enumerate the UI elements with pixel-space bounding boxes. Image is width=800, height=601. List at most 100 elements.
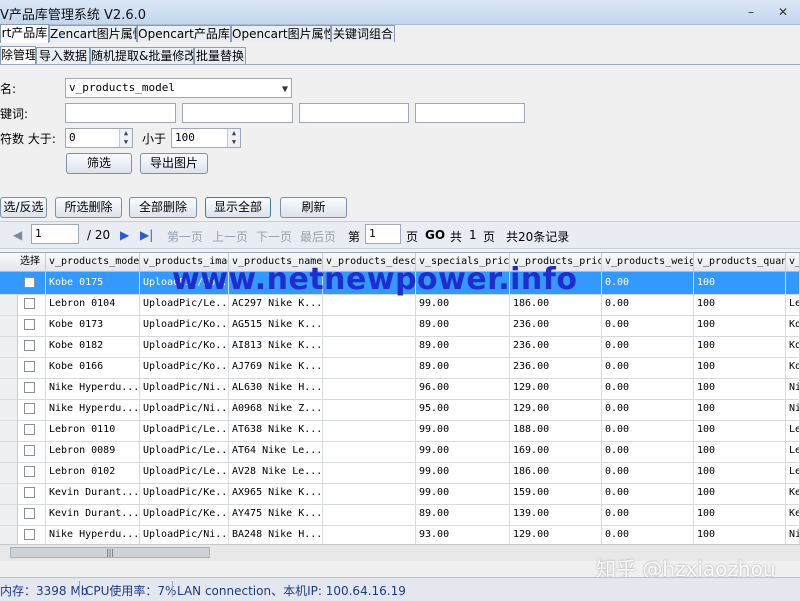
table-row[interactable]: Nike Hyperdu... UploadPic/Ni... BA248 Nike… [0,524,800,545]
close-button[interactable]: ✕ [774,4,792,20]
table-row[interactable]: Lebron 0089 UploadPic/Le... AT64 Nike Le..… [0,440,800,463]
cell-weight: 0.00 [602,503,694,525]
tab-opencart-image-attributes[interactable]: Opencart图片属性 [231,25,331,42]
cell-select[interactable] [17,398,46,420]
invert-selection-button[interactable]: 选/反选 [0,197,47,218]
cell-name: AJ769 Nike K... [229,356,323,378]
cell-specials-price: 95.00 [416,398,510,420]
delete-selected-button[interactable]: 所选删除 [55,197,122,218]
keyword-input-1[interactable] [65,103,176,123]
table-row[interactable]: Nike Hyperdu... UploadPic/Ni... AL630 Nike… [0,377,800,400]
title-bar: V产品库管理系统 V2.6.0 – ✕ [0,0,800,25]
row-checkbox[interactable] [24,508,35,519]
export-images-button[interactable]: 导出图片 [140,153,208,174]
keyword-input-3[interactable] [299,103,409,123]
cell-extra [786,272,800,294]
cell-select[interactable] [17,272,46,294]
max-spin-buttons[interactable]: ▲ ▼ [227,129,240,147]
min-spin-buttons[interactable]: ▲ ▼ [119,129,132,147]
row-checkbox[interactable] [24,277,35,288]
cell-specials-price: 99.00 [416,419,510,441]
cell-select[interactable] [17,419,46,441]
tab-keyword-combination[interactable]: 关键词组合 [331,25,395,42]
keyword-input-2[interactable] [182,103,293,123]
field-select[interactable]: v_products_model ▼ [65,78,292,98]
table-row[interactable]: Lebron 0102 UploadPic/Le... AV28 Nike Le..… [0,461,800,484]
row-checkbox[interactable] [24,382,35,393]
cell-image: UploadPic/Le... [140,440,229,462]
cell-select[interactable] [17,293,46,315]
spin-up-icon[interactable]: ▲ [120,129,132,138]
table-row[interactable]: Kevin Durant... UploadPic/Ke... AX965 Nike… [0,482,800,505]
row-checkbox[interactable] [24,403,35,414]
next-page-link[interactable]: 下一页 [256,228,292,245]
cell-select[interactable] [17,524,46,545]
scroll-thumb[interactable]: ||| [10,547,210,558]
cell-price: 188.00 [510,419,602,441]
row-checkbox[interactable] [24,361,35,372]
tab-zencart-products[interactable]: rt产品库 [0,24,49,43]
cell-select[interactable] [17,440,46,462]
cell-select[interactable] [17,461,46,483]
tab-delete-management[interactable]: 除管理 [0,46,36,65]
cell-extra: Le [786,461,800,483]
table-row[interactable]: Kobe 0166 UploadPic/Ko... AJ769 Nike K... 8… [0,356,800,379]
row-checkbox[interactable] [24,424,35,435]
delete-all-button[interactable]: 全部删除 [129,197,197,218]
cell-select[interactable] [17,482,46,504]
panel-divider [0,64,800,65]
table-row[interactable]: Lebron 0110 UploadPic/Le... AT638 Nike K..… [0,419,800,442]
keyword-input-4[interactable] [415,103,525,123]
spin-up-icon[interactable]: ▲ [228,129,240,138]
cell-select[interactable] [17,335,46,357]
cell-select[interactable] [17,314,46,336]
cell-quantity: 100 [694,482,786,504]
max-count-stepper[interactable]: 100 ▲ ▼ [171,128,241,148]
spin-down-icon[interactable]: ▼ [120,138,132,147]
tab-batch-replace[interactable]: 批量替换 [194,47,246,64]
refresh-button[interactable]: 刷新 [280,197,347,218]
first-page-link[interactable]: 第一页 [167,228,203,245]
cell-select[interactable] [17,503,46,525]
cell-name: AT638 Nike K... [229,419,323,441]
cell-price: 186.00 [510,461,602,483]
tab-zencart-image-attributes[interactable]: Zencart图片属性 [49,25,137,42]
cell-select[interactable] [17,356,46,378]
char-count-label: 符数 大于: [0,132,56,146]
table-row[interactable]: Kobe 0173 UploadPic/Ko... AG515 Nike K... 8… [0,314,800,337]
row-checkbox[interactable] [24,298,35,309]
col-products-weight[interactable]: v_products_weight [602,253,694,271]
tab-random-extract-batch-edit[interactable]: 随机提取&批量修改 [90,47,194,64]
next-page-icon[interactable]: ▶ [120,228,129,242]
table-row[interactable]: Kevin Durant... UploadPic/Ke... AY475 Nike… [0,503,800,526]
col-extra[interactable]: v_ [786,253,800,271]
minimize-button[interactable]: – [742,4,760,20]
row-checkbox[interactable] [24,487,35,498]
goto-page-input[interactable]: 1 [365,224,401,244]
row-checkbox[interactable] [24,466,35,477]
cell-extra: Ni [786,524,800,545]
last-page-icon[interactable]: ▶| [140,228,153,242]
show-all-button[interactable]: 显示全部 [205,197,271,218]
table-row[interactable]: Nike Hyperdu... UploadPic/Ni... A0968 Nike… [0,398,800,421]
page-number-input[interactable]: 1 [31,224,79,244]
spin-down-icon[interactable]: ▼ [228,138,240,147]
prev-page-icon[interactable]: ◀ [13,228,22,242]
filter-button[interactable]: 筛选 [66,153,132,174]
col-products-model[interactable]: v_products_model [46,253,140,271]
tab-import-data[interactable]: 导入数据 [36,47,90,64]
min-count-stepper[interactable]: 0 ▲ ▼ [65,128,133,148]
last-page-link[interactable]: 最后页 [300,228,336,245]
col-products-quantity[interactable]: v_products_quan [694,253,786,271]
previous-page-link[interactable]: 上一页 [212,228,248,245]
go-button[interactable]: GO [425,228,445,242]
row-checkbox[interactable] [24,319,35,330]
cell-select[interactable] [17,377,46,399]
row-checkbox[interactable] [24,445,35,456]
field-name-label: 名: [0,82,17,96]
col-select[interactable]: 选择 [17,253,46,271]
table-row[interactable]: Kobe 0182 UploadPic/Ko... AI813 Nike K... 8… [0,335,800,358]
row-checkbox[interactable] [24,529,35,540]
tab-opencart-products[interactable]: Opencart产品库 [137,25,231,42]
row-checkbox[interactable] [24,340,35,351]
